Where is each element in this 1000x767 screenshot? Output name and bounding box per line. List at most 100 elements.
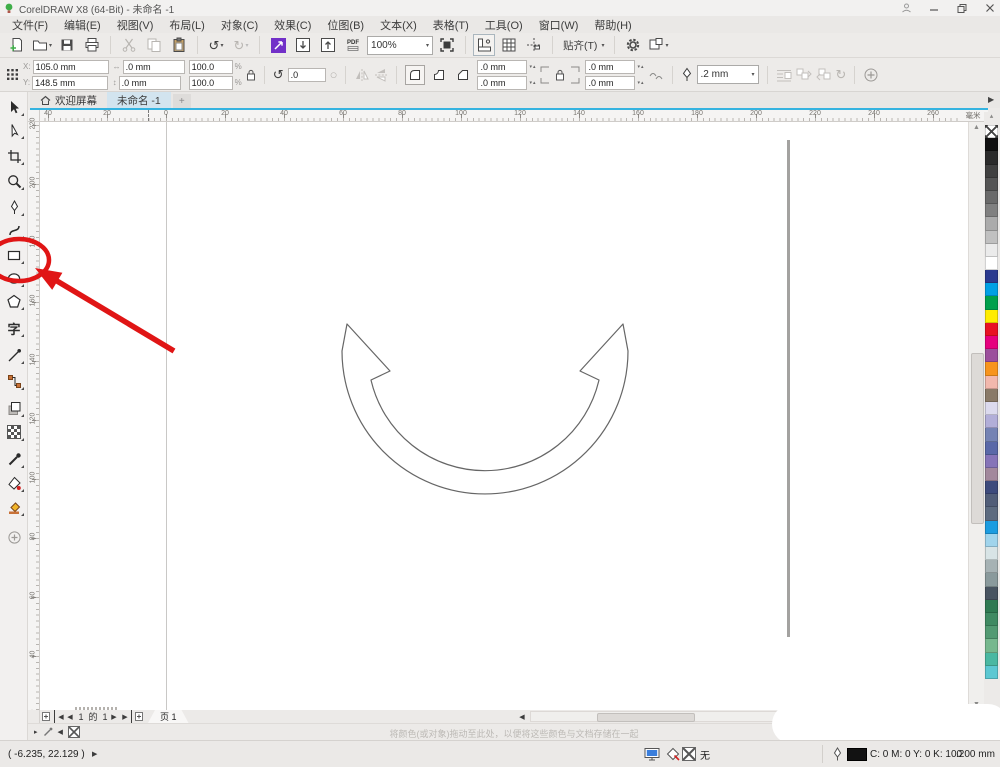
ellipse-tool[interactable]: [2, 267, 26, 289]
pick-tool[interactable]: [2, 96, 26, 118]
publish-pdf-button[interactable]: PDF: [342, 34, 364, 56]
interactive-fill-tool[interactable]: [2, 472, 26, 494]
menu-item[interactable]: 位图(B): [319, 17, 372, 33]
paste-button[interactable]: [168, 34, 190, 56]
next-page-button[interactable]: ▶: [110, 710, 118, 723]
palette-swatch[interactable]: [985, 612, 998, 627]
palette-swatch[interactable]: [985, 652, 998, 666]
doc-palette-chevron-left-icon[interactable]: ◀: [58, 728, 63, 736]
page-tab[interactable]: 页 1: [148, 710, 189, 723]
palette-swatch[interactable]: [985, 138, 998, 152]
drawing-canvas[interactable]: [40, 122, 968, 710]
zoom-tool[interactable]: [2, 170, 26, 192]
palette-swatch[interactable]: [985, 283, 998, 297]
import-button[interactable]: [292, 34, 314, 56]
palette-swatch[interactable]: [985, 177, 998, 191]
shape-tool[interactable]: [2, 119, 26, 141]
show-guidelines-button[interactable]: [523, 34, 545, 56]
menu-item[interactable]: 效果(C): [266, 17, 319, 33]
no-color-swatch[interactable]: [985, 125, 998, 139]
hsc-left-arrow-icon[interactable]: ◀: [516, 710, 528, 723]
cut-button[interactable]: [118, 34, 140, 56]
options-button[interactable]: [622, 34, 644, 56]
zoom-level-select[interactable]: 100% ▾: [367, 35, 434, 55]
palette-swatch[interactable]: [985, 336, 998, 350]
scale-x-input[interactable]: [188, 59, 233, 74]
rotation-angle-input[interactable]: [287, 67, 326, 82]
doc-palette-no-color-swatch[interactable]: [67, 726, 80, 738]
last-page-button[interactable]: ▶: [120, 710, 132, 723]
horizontal-scrollbar-thumb[interactable]: [597, 713, 695, 722]
add-page-after-button[interactable]: [133, 710, 145, 723]
scroll-up-icon[interactable]: ▲: [969, 124, 984, 131]
corner-radius-tr-input[interactable]: [585, 59, 636, 74]
menu-item[interactable]: 窗口(W): [531, 17, 587, 33]
crop-tool[interactable]: [2, 145, 26, 167]
connector-tool[interactable]: [2, 370, 26, 392]
palette-swatch[interactable]: [985, 388, 998, 402]
text-tool[interactable]: 字: [2, 317, 26, 339]
palette-swatch[interactable]: [985, 204, 998, 218]
palette-scroll-up-icon[interactable]: ▴: [984, 112, 999, 120]
copy-button[interactable]: [143, 34, 165, 56]
palette-swatch[interactable]: [985, 573, 998, 587]
scale-y-input[interactable]: [188, 75, 233, 90]
palette-swatch[interactable]: [985, 230, 998, 244]
edit-corners-together-lock-icon[interactable]: [555, 69, 565, 81]
palette-swatch[interactable]: [985, 533, 998, 547]
sign-in-icon[interactable]: [898, 1, 914, 14]
rectangle-tool[interactable]: [2, 244, 26, 266]
palette-swatch[interactable]: [985, 520, 998, 534]
tab-welcome-screen[interactable]: 欢迎屏幕: [30, 92, 107, 108]
palette-swatch[interactable]: [985, 599, 998, 613]
vertical-scrollbar[interactable]: ▲ ▼: [968, 122, 984, 710]
menu-item[interactable]: 工具(O): [477, 17, 531, 33]
export-button[interactable]: [317, 34, 339, 56]
menu-item[interactable]: 编辑(E): [56, 17, 109, 33]
palette-swatch[interactable]: [985, 151, 998, 165]
text-wrap-button[interactable]: [776, 68, 792, 82]
corner-radius-br-input[interactable]: [585, 75, 636, 90]
menu-item[interactable]: 对象(C): [213, 17, 266, 33]
palette-swatch[interactable]: [985, 415, 998, 429]
palette-swatch[interactable]: [985, 296, 998, 310]
palette-swatch[interactable]: [985, 586, 998, 600]
smart-fill-tool[interactable]: [2, 496, 26, 518]
previous-page-button[interactable]: ◀: [66, 710, 74, 723]
mirror-horizontal-button[interactable]: [354, 68, 370, 82]
parallel-dimension-tool[interactable]: [2, 344, 26, 366]
palette-swatch[interactable]: [985, 494, 998, 508]
menu-item[interactable]: 帮助(H): [586, 17, 639, 33]
palette-swatch[interactable]: [985, 401, 998, 416]
corner-radius-tl-input[interactable]: [477, 59, 528, 74]
print-button[interactable]: [81, 34, 103, 56]
tab-untitled-document[interactable]: 未命名 -1: [107, 92, 171, 108]
round-corner-button[interactable]: [405, 64, 426, 85]
polygon-tool[interactable]: [2, 290, 26, 312]
palette-swatch[interactable]: [985, 441, 998, 455]
object-y-input[interactable]: [32, 75, 109, 90]
palette-swatch[interactable]: [985, 309, 998, 323]
palette-swatch[interactable]: [985, 164, 998, 178]
palette-swatch[interactable]: [985, 547, 998, 561]
palette-swatch[interactable]: [985, 270, 998, 284]
horizontal-ruler[interactable]: 40 20 0 20 40 60 80 100 120 140 160 180 200 220 240 260: [40, 110, 958, 122]
refresh-icon[interactable]: ↻: [836, 68, 847, 81]
tab-scroll-right-icon[interactable]: ▶: [988, 95, 994, 104]
vertical-ruler[interactable]: 22020018016014012010080604020: [28, 118, 40, 717]
undo-button[interactable]: ↺ ▾: [205, 34, 227, 56]
drop-shadow-tool[interactable]: [2, 397, 26, 419]
menu-item[interactable]: 视图(V): [109, 17, 162, 33]
first-page-button[interactable]: ◀: [54, 710, 66, 723]
palette-swatch[interactable]: [985, 322, 998, 336]
relative-corner-scaling-icon[interactable]: [648, 68, 664, 82]
close-button[interactable]: [982, 1, 998, 14]
object-position-widget[interactable]: [6, 68, 19, 81]
object-width-input[interactable]: [122, 59, 185, 74]
palette-swatch[interactable]: [985, 428, 998, 442]
outline-width-select[interactable]: .2 mm ▾: [696, 65, 759, 84]
doc-palette-eyedropper-icon[interactable]: [43, 727, 53, 737]
fullscreen-preview-button[interactable]: [436, 34, 458, 56]
new-document-button[interactable]: [6, 34, 28, 56]
lock-ratio-icon[interactable]: [246, 69, 256, 81]
